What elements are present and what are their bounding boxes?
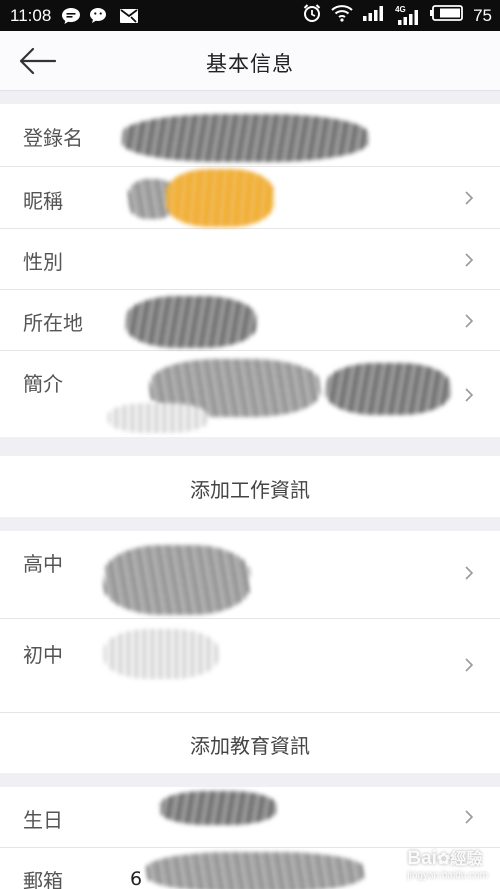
high-school-label: 高中 bbox=[23, 552, 63, 576]
chat-bubble-icon bbox=[61, 7, 81, 25]
middle-school-label: 初中 bbox=[23, 643, 63, 667]
basic-info-section: 登錄名 昵稱 性別 所在地 簡介 bbox=[0, 104, 500, 437]
gender-label: 性別 bbox=[23, 250, 63, 274]
email-label: 郵箱 bbox=[23, 869, 63, 889]
watermark-brand: Bai bbox=[407, 848, 437, 869]
row-location[interactable]: 所在地 bbox=[0, 290, 500, 351]
row-birthday[interactable]: 生日 bbox=[0, 787, 500, 848]
mail-icon bbox=[119, 8, 139, 24]
nav-bar: 基本信息 bbox=[0, 31, 500, 91]
work-section: 添加工作資訊 bbox=[0, 456, 500, 517]
alarm-icon bbox=[302, 3, 322, 28]
row-nickname[interactable]: 昵稱 bbox=[0, 167, 500, 229]
redacted-value bbox=[146, 852, 364, 889]
chevron-right-icon bbox=[465, 314, 474, 328]
redacted-value bbox=[160, 791, 276, 825]
wifi-icon bbox=[331, 4, 353, 27]
wechat-icon bbox=[89, 7, 111, 25]
paw-icon: ✿ bbox=[436, 851, 451, 868]
page-title: 基本信息 bbox=[206, 52, 294, 76]
redacted-value bbox=[108, 403, 208, 433]
row-gender[interactable]: 性別 bbox=[0, 229, 500, 290]
signal-4g-icon: 4G bbox=[395, 5, 421, 25]
add-work-button[interactable]: 添加工作資訊 bbox=[0, 474, 500, 503]
row-bio[interactable]: 簡介 bbox=[0, 351, 500, 437]
redacted-value bbox=[122, 114, 368, 162]
login-name-label: 登錄名 bbox=[23, 126, 83, 150]
signal-icon bbox=[362, 5, 386, 26]
redacted-value bbox=[126, 296, 256, 348]
email-value: 6 bbox=[130, 868, 143, 889]
row-high-school[interactable]: 高中 bbox=[0, 531, 500, 619]
birthday-label: 生日 bbox=[23, 808, 63, 832]
battery-level: 75 bbox=[473, 5, 492, 25]
row-login-name[interactable]: 登錄名 bbox=[0, 104, 500, 167]
redacted-value bbox=[326, 363, 450, 415]
chevron-right-icon bbox=[465, 191, 474, 205]
battery-icon bbox=[430, 4, 464, 27]
watermark-url: jingyan.baidu.com bbox=[407, 870, 488, 881]
location-label: 所在地 bbox=[23, 311, 83, 335]
redacted-avatar bbox=[166, 169, 274, 227]
nickname-label: 昵稱 bbox=[23, 189, 63, 213]
chevron-right-icon bbox=[465, 658, 474, 672]
redacted-value bbox=[104, 545, 250, 615]
education-section: 高中 初中 添加教育資訊 bbox=[0, 531, 500, 773]
watermark-suffix: 經驗 bbox=[450, 851, 483, 868]
chevron-right-icon bbox=[465, 810, 474, 824]
chevron-right-icon bbox=[465, 566, 474, 580]
row-middle-school[interactable]: 初中 bbox=[0, 619, 500, 713]
status-bar: 11:08 4G 75 bbox=[0, 0, 500, 31]
chevron-right-icon bbox=[465, 388, 474, 402]
bio-label: 簡介 bbox=[23, 372, 63, 396]
status-time: 11:08 bbox=[10, 5, 52, 25]
add-education-button[interactable]: 添加教育資訊 bbox=[0, 730, 500, 759]
redacted-value bbox=[104, 629, 218, 679]
watermark: Bai✿經驗 jingyan.baidu.com bbox=[407, 845, 488, 881]
chevron-right-icon bbox=[465, 253, 474, 267]
